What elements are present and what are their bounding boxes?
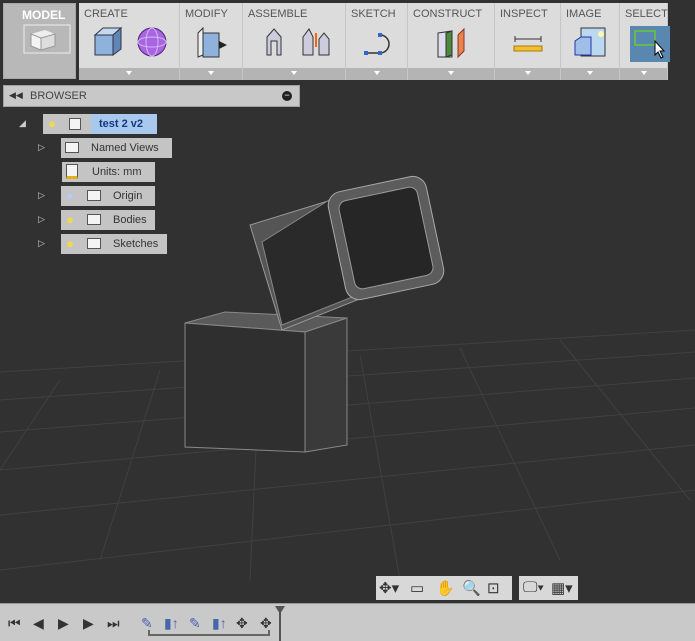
measure-icon[interactable]	[511, 25, 545, 59]
item-label: Sketches	[113, 238, 159, 250]
minimize-icon[interactable]: −	[282, 91, 292, 101]
construct-section[interactable]: CONSTRUCT	[408, 3, 495, 80]
browser-title: BROWSER	[30, 90, 87, 102]
collapse-panel-icon[interactable]: ◀◀	[9, 90, 23, 101]
select-label: SELECT	[625, 8, 668, 20]
step-back-icon[interactable]: ◀	[33, 615, 44, 632]
component-icon	[69, 118, 81, 130]
folder-icon	[87, 190, 101, 201]
lightbulb-icon[interactable]: ●	[48, 114, 56, 134]
expand-arrow-icon[interactable]: ▷	[38, 238, 45, 249]
orbit-icon[interactable]: ✥▾	[379, 579, 399, 597]
construct-label: CONSTRUCT	[413, 8, 483, 20]
modify-label: MODIFY	[185, 8, 228, 20]
assemble-label: ASSEMBLE	[248, 8, 308, 20]
inspect-section[interactable]: INSPECT	[495, 3, 561, 80]
zoom-icon[interactable]: 🔍	[462, 579, 481, 597]
tree-root[interactable]: ● test 2 v2	[43, 114, 157, 134]
box-icon[interactable]	[91, 25, 125, 59]
construct-dropdown[interactable]	[408, 68, 494, 80]
tree-item-named-views[interactable]: Named Views	[61, 138, 172, 158]
collapse-arrow-icon[interactable]: ◢	[19, 118, 26, 129]
lightbulb-icon[interactable]: ●	[66, 234, 74, 254]
expand-arrow-icon[interactable]: ▷	[38, 190, 45, 201]
select-dropdown[interactable]	[620, 68, 667, 80]
play-icon[interactable]: ▶	[83, 615, 94, 632]
fit-icon[interactable]: ⊡	[487, 579, 500, 597]
folder-icon	[87, 214, 101, 225]
document-units-icon	[66, 164, 78, 179]
sketch-section[interactable]: SKETCH	[346, 3, 408, 80]
browser-panel-header[interactable]: ◀◀ BROWSER −	[3, 85, 300, 107]
select-window-icon[interactable]	[630, 23, 670, 63]
model-label: MODEL	[22, 8, 66, 22]
joint-icon[interactable]	[257, 25, 291, 59]
sketch-label: SKETCH	[351, 8, 396, 20]
sketch-icon[interactable]	[360, 25, 394, 59]
as-built-joint-icon[interactable]	[299, 25, 333, 59]
create-label: CREATE	[84, 8, 128, 20]
expand-arrow-icon[interactable]: ▷	[38, 214, 45, 225]
timeline: ⏮ ◀ ▶ ▶ ⏭ ✎ ▮↑ ✎ ▮↑ ✥ ✥	[0, 603, 695, 641]
look-at-icon[interactable]: ▭	[410, 579, 424, 597]
create-section[interactable]: CREATE	[79, 3, 180, 80]
go-to-end-icon[interactable]: ⏭	[107, 615, 120, 632]
lightbulb-icon[interactable]: ●	[66, 210, 74, 230]
folder-icon	[87, 238, 101, 249]
lightbulb-off-icon[interactable]: ●	[66, 186, 74, 206]
model-cube-icon	[23, 24, 71, 54]
tree-item-sketches[interactable]: ● Sketches	[61, 234, 167, 254]
inspect-label: INSPECT	[500, 8, 548, 20]
tree-item-units[interactable]: Units: mm	[62, 162, 155, 182]
modify-dropdown[interactable]	[180, 68, 242, 80]
select-section[interactable]: SELECT	[620, 3, 670, 80]
modify-section[interactable]: MODIFY	[180, 3, 243, 80]
timeline-track	[148, 630, 270, 636]
image-section[interactable]: IMAGE	[561, 3, 620, 80]
assemble-dropdown[interactable]	[243, 68, 345, 80]
inspect-dropdown[interactable]	[495, 68, 560, 80]
image-label: IMAGE	[566, 8, 602, 20]
expand-arrow-icon[interactable]: ▷	[38, 142, 45, 153]
tree-item-bodies[interactable]: ● Bodies	[61, 210, 155, 230]
pan-hand-icon[interactable]: ✋	[436, 579, 455, 597]
display-settings-icon[interactable]: 🖵▾	[523, 579, 544, 596]
go-to-start-icon[interactable]: ⏮	[8, 615, 21, 632]
item-label: Named Views	[91, 142, 159, 154]
offset-plane-icon[interactable]	[434, 25, 468, 59]
render-image-icon[interactable]	[573, 25, 607, 59]
timeline-marker-head[interactable]	[275, 606, 285, 619]
press-pull-icon[interactable]	[195, 25, 229, 59]
image-dropdown[interactable]	[561, 68, 619, 80]
grid-settings-icon[interactable]: ▦▾	[551, 579, 573, 597]
box-body[interactable]	[184, 311, 348, 453]
sphere-icon[interactable]	[135, 25, 169, 59]
assemble-section[interactable]: ASSEMBLE	[243, 3, 346, 80]
workspace-model-button[interactable]: MODEL	[3, 3, 76, 79]
item-label: Units: mm	[92, 166, 142, 178]
create-dropdown[interactable]	[79, 68, 179, 80]
step-forward-icon[interactable]: ▶	[58, 615, 69, 632]
item-label: Origin	[113, 190, 143, 202]
display-bar: 🖵▾ ▦▾	[519, 576, 578, 600]
navigation-bar: ✥▾ ▭ ✋ 🔍 ⊡	[376, 576, 512, 600]
sketch-dropdown[interactable]	[346, 68, 407, 80]
tree-item-origin[interactable]: ● Origin	[61, 186, 155, 206]
root-name[interactable]: test 2 v2	[91, 114, 157, 134]
folder-icon	[65, 142, 79, 153]
item-label: Bodies	[113, 214, 147, 226]
